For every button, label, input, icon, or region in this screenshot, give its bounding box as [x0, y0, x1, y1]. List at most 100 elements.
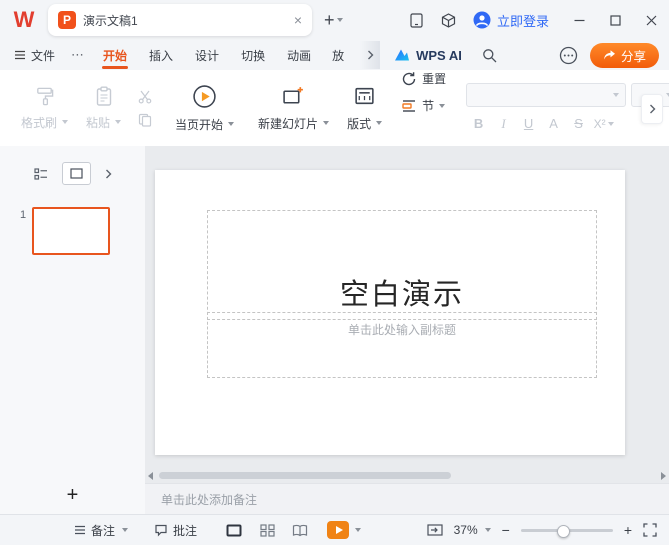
- slideshow-play-caret-icon[interactable]: [355, 528, 361, 532]
- chevron-right-icon: [367, 50, 374, 60]
- ribbon-expand-button[interactable]: [641, 94, 663, 124]
- tab-design[interactable]: 设计: [184, 40, 230, 70]
- wps-ai-button[interactable]: WPS AI: [394, 48, 462, 63]
- zoom-in-button[interactable]: +: [624, 523, 632, 537]
- tab-list-caret-icon[interactable]: [337, 18, 343, 22]
- notes-toggle-button[interactable]: 备注: [74, 522, 128, 539]
- maximize-button[interactable]: [597, 0, 633, 40]
- device-icon[interactable]: [401, 13, 433, 28]
- scissors-icon: [138, 90, 152, 104]
- tab-overflow-button[interactable]: [360, 41, 380, 69]
- normal-view-button[interactable]: [223, 520, 245, 540]
- format-painter-label: 格式刷: [21, 114, 57, 131]
- apps-cube-icon[interactable]: [433, 13, 465, 28]
- comments-label: 批注: [173, 522, 197, 539]
- format-painter-button[interactable]: 格式刷: [12, 86, 77, 131]
- menubar-right: 分享: [559, 43, 669, 68]
- chevron-right-icon: [105, 169, 112, 179]
- horizontal-scrollbar[interactable]: [145, 469, 669, 483]
- notes-bar[interactable]: 单击此处添加备注: [145, 483, 669, 515]
- share-button[interactable]: 分享: [590, 43, 659, 68]
- strikethrough-button[interactable]: S: [566, 114, 591, 134]
- format-painter-icon: [34, 86, 55, 107]
- italic-button[interactable]: I: [491, 114, 516, 134]
- reset-button[interactable]: 重置: [401, 70, 446, 87]
- paste-label: 粘贴: [86, 114, 110, 131]
- font-family-select[interactable]: [466, 83, 626, 107]
- tab-transition[interactable]: 切换: [230, 40, 276, 70]
- slide-sorter-icon: [260, 524, 275, 537]
- character-button[interactable]: A: [541, 114, 566, 134]
- slide-panel: 1 +: [0, 146, 145, 515]
- hamburger-icon: [14, 49, 26, 61]
- reading-view-button[interactable]: [289, 520, 311, 540]
- play-from-current-button[interactable]: 当页开始: [166, 70, 243, 146]
- document-tab[interactable]: P 演示文稿1 ×: [48, 4, 312, 36]
- minimize-button[interactable]: [561, 0, 597, 40]
- slide-thumbnail[interactable]: [32, 207, 110, 255]
- zoom-out-button[interactable]: −: [502, 523, 510, 537]
- new-slide-button[interactable]: 新建幻灯片: [249, 70, 338, 146]
- add-slide-button[interactable]: +: [67, 485, 79, 505]
- superscript-button[interactable]: X²: [591, 114, 616, 134]
- new-slide-label: 新建幻灯片: [258, 115, 318, 132]
- layout-caret-icon: [376, 121, 382, 125]
- scroll-left-icon[interactable]: [148, 472, 153, 480]
- file-menu-label: 文件: [31, 47, 55, 64]
- bold-button[interactable]: B: [466, 114, 491, 134]
- new-tab-button[interactable]: +: [324, 11, 335, 29]
- slide[interactable]: 空白演示 单击此处输入副标题: [155, 170, 625, 455]
- scroll-right-icon[interactable]: [661, 472, 666, 480]
- statusbar: 备注 批注: [0, 514, 669, 545]
- layout-button[interactable]: 版式: [338, 70, 391, 146]
- new-slide-icon: [282, 85, 305, 108]
- comments-button[interactable]: 批注: [154, 522, 197, 539]
- panel-expand-button[interactable]: [105, 169, 112, 179]
- play-circle-icon: [192, 84, 217, 109]
- close-button[interactable]: [633, 0, 669, 40]
- view-switcher: [223, 520, 311, 540]
- outline-view-button[interactable]: [34, 167, 48, 181]
- copy-button[interactable]: [138, 113, 152, 127]
- subtitle-placeholder[interactable]: 单击此处输入副标题: [207, 312, 597, 378]
- share-label: 分享: [621, 46, 646, 65]
- scrollbar-thumb[interactable]: [159, 472, 451, 479]
- search-icon[interactable]: [482, 48, 497, 63]
- tab-animation[interactable]: 动画: [276, 40, 322, 70]
- underline-button[interactable]: U: [516, 114, 541, 134]
- title-placeholder[interactable]: 空白演示: [207, 210, 597, 320]
- tab-insert[interactable]: 插入: [138, 40, 184, 70]
- tab-close-icon[interactable]: ×: [294, 13, 302, 27]
- zoom-slider-thumb[interactable]: [557, 525, 570, 538]
- more-tools-icon[interactable]: [559, 46, 578, 65]
- section-caret-icon: [439, 104, 445, 108]
- font-group: B I U A S X²: [466, 70, 669, 146]
- slide-number: 1: [20, 209, 26, 221]
- file-menu[interactable]: 文件: [0, 47, 63, 64]
- zoom-controls: 37% − +: [427, 523, 669, 537]
- tab-slideshow-clipped[interactable]: 放: [322, 40, 360, 70]
- cut-button[interactable]: [138, 90, 152, 104]
- comment-icon: [154, 523, 168, 537]
- slide-sorter-view-button[interactable]: [256, 520, 278, 540]
- document-title: 演示文稿1: [83, 12, 287, 29]
- login-label: 立即登录: [497, 11, 549, 30]
- play-icon: [336, 526, 343, 534]
- format-painter-caret-icon: [62, 120, 68, 124]
- play-from-current-caret-icon: [228, 122, 234, 126]
- slideshow-play-button[interactable]: [327, 521, 349, 539]
- login-button[interactable]: 立即登录: [473, 11, 549, 30]
- reset-section-group: 重置 节: [391, 70, 456, 146]
- fit-slide-button[interactable]: [427, 523, 443, 537]
- zoom-level-button[interactable]: 37%: [454, 523, 491, 537]
- titlebar: W P 演示文稿1 × +: [0, 0, 669, 40]
- reading-view-icon: [292, 524, 308, 537]
- zoom-slider[interactable]: [521, 529, 613, 532]
- paste-button[interactable]: 粘贴: [77, 86, 130, 131]
- fullscreen-button[interactable]: [643, 523, 657, 537]
- section-button[interactable]: 节: [401, 97, 445, 114]
- more-menus-button[interactable]: ⋯: [63, 47, 92, 63]
- slides-view-button[interactable]: [62, 162, 91, 185]
- tab-home[interactable]: 开始: [92, 40, 138, 70]
- wps-logo[interactable]: W: [8, 6, 40, 34]
